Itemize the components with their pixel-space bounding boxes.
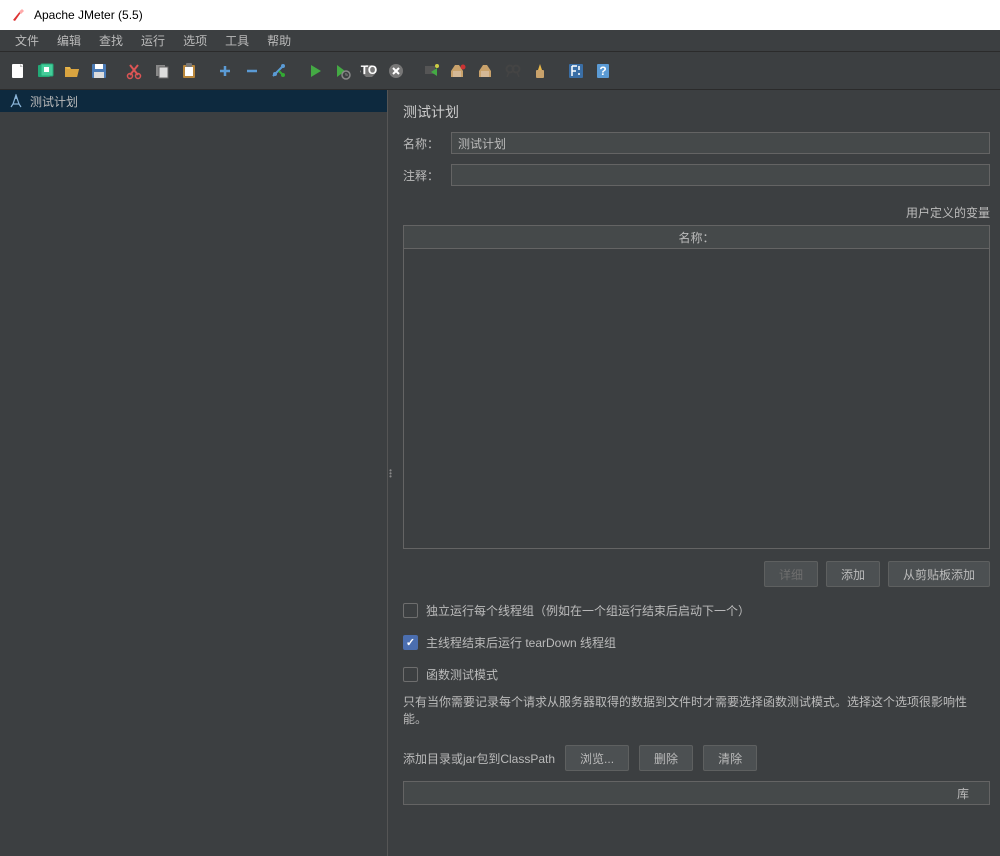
reset-search-icon[interactable] [528,59,552,83]
tree-item-label: 测试计划 [30,93,78,110]
menu-help[interactable]: 帮助 [258,30,300,51]
templates-icon[interactable] [33,59,57,83]
vars-button-row: 详细 添加 从剪贴板添加 [403,561,990,587]
search-icon[interactable] [501,59,525,83]
independent-run-label: 独立运行每个线程组（例如在一个组运行结束后启动下一个） [426,602,750,619]
remote-start-icon[interactable] [420,59,444,83]
clear-all-icon[interactable] [474,59,498,83]
menu-options[interactable]: 选项 [174,30,216,51]
lib-col-label: 库 [957,785,969,802]
start-icon[interactable] [303,59,327,83]
content-panel: 测试计划 名称： 注释： 用户定义的变量 名称： 详细 添加 从剪贴板添加 独立… [393,90,1000,856]
detail-button[interactable]: 详细 [764,561,818,587]
new-icon[interactable] [6,59,30,83]
name-input[interactable] [451,132,990,154]
expand-icon[interactable] [213,59,237,83]
name-label: 名称： [403,135,443,152]
menu-edit[interactable]: 编辑 [48,30,90,51]
delete-button[interactable]: 删除 [639,745,693,771]
toolbar: STOP ? [0,52,1000,90]
shutdown-icon[interactable] [384,59,408,83]
save-icon[interactable] [87,59,111,83]
svg-text:?: ? [599,64,606,78]
classpath-label: 添加目录或jar包到ClassPath [403,750,555,767]
tree-item-test-plan[interactable]: 测试计划 [0,90,387,112]
stop-icon[interactable]: STOP [357,59,381,83]
cb-row-independent: 独立运行每个线程组（例如在一个组运行结束后启动下一个） [403,602,990,619]
help-text: 只有当你需要记录每个请求从服务器取得的数据到文件时才需要选择函数测试模式。选择这… [403,693,990,727]
copy-icon[interactable] [150,59,174,83]
jmeter-feather-icon [10,7,26,23]
toggle-icon[interactable] [267,59,291,83]
window-titlebar: Apache JMeter (5.5) [0,0,1000,30]
main-container: 测试计划 ••• 测试计划 名称： 注释： 用户定义的变量 名称： 详细 添加 … [0,90,1000,856]
add-button[interactable]: 添加 [826,561,880,587]
test-plan-icon [8,93,24,109]
vars-table-body[interactable] [403,249,990,549]
teardown-checkbox[interactable] [403,635,418,650]
teardown-label: 主线程结束后运行 tearDown 线程组 [426,634,616,651]
comment-input[interactable] [451,164,990,186]
menu-search[interactable]: 查找 [90,30,132,51]
browse-button[interactable]: 浏览... [565,745,629,771]
window-title: Apache JMeter (5.5) [34,8,143,22]
function-helper-icon[interactable] [564,59,588,83]
open-icon[interactable] [60,59,84,83]
name-row: 名称： [403,132,990,154]
cut-icon[interactable] [123,59,147,83]
classpath-row: 添加目录或jar包到ClassPath 浏览... 删除 清除 [403,745,990,771]
panel-heading: 测试计划 [403,98,990,132]
tree-panel: 测试计划 [0,90,388,856]
collapse-icon[interactable] [240,59,264,83]
menu-bar: 文件 编辑 查找 运行 选项 工具 帮助 [0,30,1000,52]
functional-mode-label: 函数测试模式 [426,666,498,683]
functional-mode-checkbox[interactable] [403,667,418,682]
lib-table-header: 库 [403,781,990,805]
menu-file[interactable]: 文件 [6,30,48,51]
menu-tools[interactable]: 工具 [216,30,258,51]
menu-run[interactable]: 运行 [132,30,174,51]
clear-icon[interactable] [447,59,471,83]
vars-table-header: 名称： [403,225,990,249]
comment-label: 注释： [403,167,443,184]
help-icon[interactable]: ? [591,59,615,83]
start-no-timers-icon[interactable] [330,59,354,83]
cb-row-functional: 函数测试模式 [403,666,990,683]
svg-text:STOP: STOP [360,63,378,77]
add-from-clipboard-button[interactable]: 从剪贴板添加 [888,561,990,587]
clear-button[interactable]: 清除 [703,745,757,771]
cb-row-teardown: 主线程结束后运行 tearDown 线程组 [403,634,990,651]
vars-section-title: 用户定义的变量 [403,196,990,225]
independent-run-checkbox[interactable] [403,603,418,618]
vars-col-name: 名称： [678,229,714,246]
comment-row: 注释： [403,164,990,186]
paste-icon[interactable] [177,59,201,83]
